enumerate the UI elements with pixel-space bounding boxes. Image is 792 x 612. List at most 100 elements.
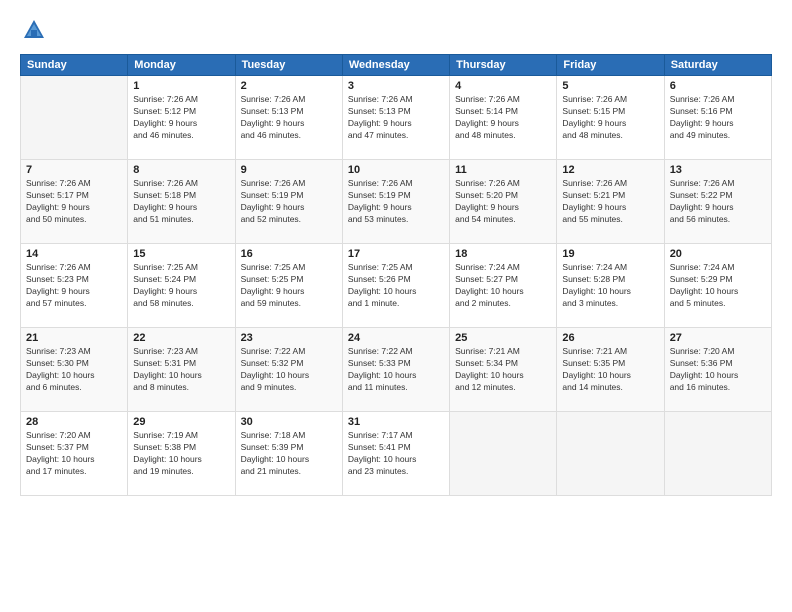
calendar-cell: 22 Sunrise: 7:23 AM Sunset: 5:31 PM Dayli… (128, 328, 235, 412)
day-info: Sunrise: 7:25 AM Sunset: 5:25 PM Dayligh… (241, 262, 337, 310)
calendar-cell: 30 Sunrise: 7:18 AM Sunset: 5:39 PM Dayli… (235, 412, 342, 496)
day-info: Sunrise: 7:26 AM Sunset: 5:20 PM Dayligh… (455, 178, 551, 226)
day-info: Sunrise: 7:24 AM Sunset: 5:27 PM Dayligh… (455, 262, 551, 310)
logo (20, 16, 52, 44)
calendar-week-1: 1 Sunrise: 7:26 AM Sunset: 5:12 PM Daylig… (21, 76, 772, 160)
day-number: 25 (455, 332, 551, 344)
calendar-header-wednesday: Wednesday (342, 55, 449, 76)
day-info: Sunrise: 7:20 AM Sunset: 5:36 PM Dayligh… (670, 346, 766, 394)
calendar-header-friday: Friday (557, 55, 664, 76)
calendar-cell: 17 Sunrise: 7:25 AM Sunset: 5:26 PM Dayli… (342, 244, 449, 328)
calendar-cell: 23Sunrise: 7:22 AM Sunset: 5:32 PM Dayli… (235, 328, 342, 412)
day-info: Sunrise: 7:26 AM Sunset: 5:19 PM Dayligh… (348, 178, 444, 226)
calendar-cell: 20 Sunrise: 7:24 AM Sunset: 5:29 PM Dayli… (664, 244, 771, 328)
calendar-cell: 31 Sunrise: 7:17 AM Sunset: 5:41 PM Dayli… (342, 412, 449, 496)
day-info: Sunrise: 7:24 AM Sunset: 5:29 PM Dayligh… (670, 262, 766, 310)
day-number: 24 (348, 332, 444, 344)
day-info: Sunrise: 7:26 AM Sunset: 5:16 PM Dayligh… (670, 94, 766, 142)
day-info: Sunrise: 7:20 AM Sunset: 5:37 PM Dayligh… (26, 430, 122, 478)
day-info: Sunrise: 7:26 AM Sunset: 5:15 PM Dayligh… (562, 94, 658, 142)
day-info: Sunrise: 7:26 AM Sunset: 5:12 PM Dayligh… (133, 94, 229, 142)
day-info: Sunrise: 7:21 AM Sunset: 5:34 PM Dayligh… (455, 346, 551, 394)
day-number: 19 (562, 248, 658, 260)
calendar-cell: 26 Sunrise: 7:21 AM Sunset: 5:35 PM Dayli… (557, 328, 664, 412)
calendar-cell: 4 Sunrise: 7:26 AM Sunset: 5:14 PM Daylig… (450, 76, 557, 160)
day-info: Sunrise: 7:23 AM Sunset: 5:30 PM Dayligh… (26, 346, 122, 394)
day-number: 18 (455, 248, 551, 260)
day-info: Sunrise: 7:17 AM Sunset: 5:41 PM Dayligh… (348, 430, 444, 478)
calendar-cell: 14Sunrise: 7:26 AM Sunset: 5:23 PM Dayli… (21, 244, 128, 328)
calendar-cell: 18 Sunrise: 7:24 AM Sunset: 5:27 PM Dayli… (450, 244, 557, 328)
calendar-cell (557, 412, 664, 496)
day-number: 30 (241, 416, 337, 428)
calendar-cell: 10 Sunrise: 7:26 AM Sunset: 5:19 PM Dayli… (342, 160, 449, 244)
day-number: 10 (348, 164, 444, 176)
day-number: 16 (241, 248, 337, 260)
day-info: Sunrise: 7:26 AM Sunset: 5:13 PM Dayligh… (348, 94, 444, 142)
logo-icon (20, 16, 48, 44)
day-number: 26 (562, 332, 658, 344)
day-number: 2 (241, 80, 337, 92)
day-number: 27 (670, 332, 766, 344)
day-info: Sunrise: 7:25 AM Sunset: 5:26 PM Dayligh… (348, 262, 444, 310)
day-number: 29 (133, 416, 229, 428)
calendar-header-row: SundayMondayTuesdayWednesdayThursdayFrid… (21, 55, 772, 76)
calendar-cell: 8 Sunrise: 7:26 AM Sunset: 5:18 PM Daylig… (128, 160, 235, 244)
day-number: 1 (133, 80, 229, 92)
day-number: 23 (241, 332, 337, 344)
day-number: 6 (670, 80, 766, 92)
calendar-cell: 21 Sunrise: 7:23 AM Sunset: 5:30 PM Dayli… (21, 328, 128, 412)
day-info: Sunrise: 7:26 AM Sunset: 5:18 PM Dayligh… (133, 178, 229, 226)
day-number: 3 (348, 80, 444, 92)
day-info: Sunrise: 7:18 AM Sunset: 5:39 PM Dayligh… (241, 430, 337, 478)
calendar-cell (450, 412, 557, 496)
calendar-cell: 24Sunrise: 7:22 AM Sunset: 5:33 PM Dayli… (342, 328, 449, 412)
calendar-cell: 6 Sunrise: 7:26 AM Sunset: 5:16 PM Daylig… (664, 76, 771, 160)
day-number: 11 (455, 164, 551, 176)
day-info: Sunrise: 7:26 AM Sunset: 5:13 PM Dayligh… (241, 94, 337, 142)
day-info: Sunrise: 7:21 AM Sunset: 5:35 PM Dayligh… (562, 346, 658, 394)
day-info: Sunrise: 7:26 AM Sunset: 5:21 PM Dayligh… (562, 178, 658, 226)
calendar-cell: 9 Sunrise: 7:26 AM Sunset: 5:19 PM Daylig… (235, 160, 342, 244)
calendar-cell: 2 Sunrise: 7:26 AM Sunset: 5:13 PM Daylig… (235, 76, 342, 160)
day-number: 31 (348, 416, 444, 428)
calendar-cell: 11 Sunrise: 7:26 AM Sunset: 5:20 PM Dayli… (450, 160, 557, 244)
day-info: Sunrise: 7:26 AM Sunset: 5:17 PM Dayligh… (26, 178, 122, 226)
calendar-header-monday: Monday (128, 55, 235, 76)
day-info: Sunrise: 7:19 AM Sunset: 5:38 PM Dayligh… (133, 430, 229, 478)
calendar-cell: 19 Sunrise: 7:24 AM Sunset: 5:28 PM Dayli… (557, 244, 664, 328)
calendar-week-3: 14Sunrise: 7:26 AM Sunset: 5:23 PM Dayli… (21, 244, 772, 328)
day-number: 14 (26, 248, 122, 260)
calendar-header-saturday: Saturday (664, 55, 771, 76)
day-info: Sunrise: 7:24 AM Sunset: 5:28 PM Dayligh… (562, 262, 658, 310)
day-info: Sunrise: 7:26 AM Sunset: 5:14 PM Dayligh… (455, 94, 551, 142)
calendar-cell: 28 Sunrise: 7:20 AM Sunset: 5:37 PM Dayli… (21, 412, 128, 496)
day-info: Sunrise: 7:25 AM Sunset: 5:24 PM Dayligh… (133, 262, 229, 310)
day-info: Sunrise: 7:23 AM Sunset: 5:31 PM Dayligh… (133, 346, 229, 394)
day-info: Sunrise: 7:26 AM Sunset: 5:19 PM Dayligh… (241, 178, 337, 226)
day-number: 28 (26, 416, 122, 428)
calendar-cell: 13Sunrise: 7:26 AM Sunset: 5:22 PM Dayli… (664, 160, 771, 244)
calendar-table: SundayMondayTuesdayWednesdayThursdayFrid… (20, 54, 772, 496)
day-number: 12 (562, 164, 658, 176)
day-number: 20 (670, 248, 766, 260)
calendar-cell: 27 Sunrise: 7:20 AM Sunset: 5:36 PM Dayli… (664, 328, 771, 412)
day-number: 9 (241, 164, 337, 176)
calendar-cell: 12 Sunrise: 7:26 AM Sunset: 5:21 PM Dayli… (557, 160, 664, 244)
day-number: 13 (670, 164, 766, 176)
day-number: 7 (26, 164, 122, 176)
calendar-cell: 16 Sunrise: 7:25 AM Sunset: 5:25 PM Dayli… (235, 244, 342, 328)
calendar-cell: 7 Sunrise: 7:26 AM Sunset: 5:17 PM Daylig… (21, 160, 128, 244)
day-number: 4 (455, 80, 551, 92)
calendar-header-thursday: Thursday (450, 55, 557, 76)
day-number: 22 (133, 332, 229, 344)
day-number: 5 (562, 80, 658, 92)
day-number: 17 (348, 248, 444, 260)
day-number: 21 (26, 332, 122, 344)
calendar-cell: 29 Sunrise: 7:19 AM Sunset: 5:38 PM Dayli… (128, 412, 235, 496)
calendar-cell (21, 76, 128, 160)
calendar-cell (664, 412, 771, 496)
calendar-cell: 5 Sunrise: 7:26 AM Sunset: 5:15 PM Daylig… (557, 76, 664, 160)
day-number: 8 (133, 164, 229, 176)
calendar-header-tuesday: Tuesday (235, 55, 342, 76)
